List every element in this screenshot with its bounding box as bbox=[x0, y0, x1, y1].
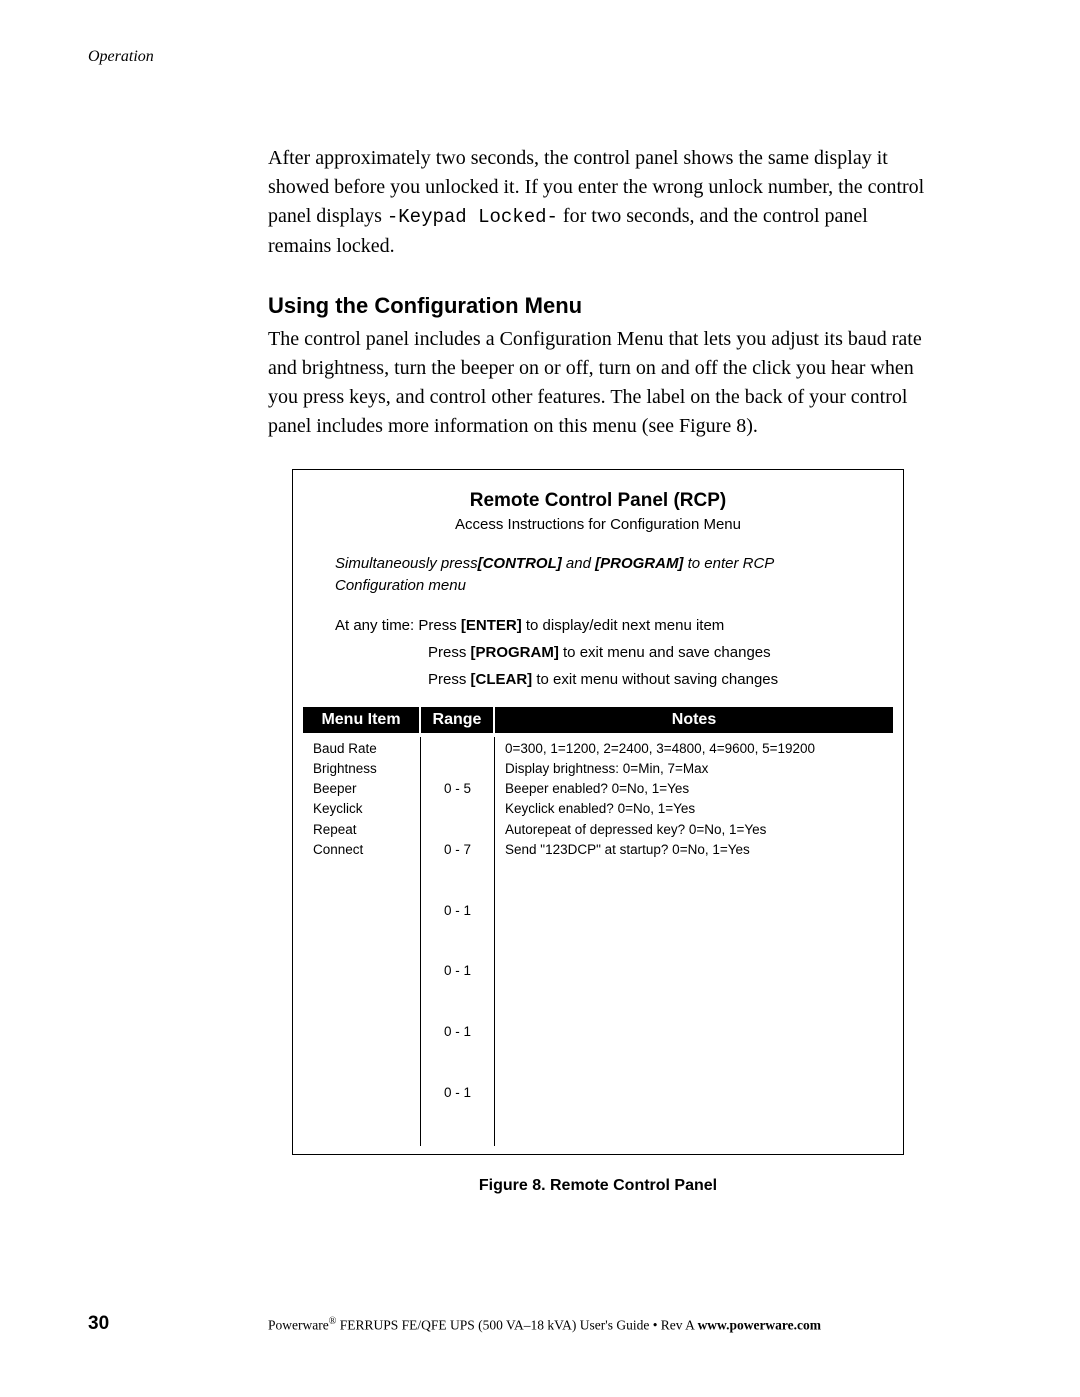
footer-text-b: FERRUPS FE/QFE UPS (500 VA–18 kVA) User'… bbox=[336, 1317, 697, 1332]
any-l2a: Press bbox=[428, 644, 471, 661]
th-notes: Notes bbox=[495, 707, 893, 733]
config-menu-paragraph: The control panel includes a Configurati… bbox=[268, 325, 928, 441]
table-row: 0 - 1 bbox=[427, 961, 488, 981]
col-notes: 0=300, 1=1200, 2=2400, 3=4800, 4=9600, 5… bbox=[495, 737, 893, 1146]
clear-key: [CLEAR] bbox=[471, 671, 533, 688]
any-l3a: Press bbox=[428, 671, 471, 688]
table-row: Brightness bbox=[313, 759, 410, 779]
figure-title: Remote Control Panel (RCP) bbox=[293, 490, 903, 512]
table-row: 0 - 1 bbox=[427, 1083, 488, 1103]
footer-url: www.powerware.com bbox=[698, 1317, 821, 1332]
footer-text: Powerware® FERRUPS FE/QFE UPS (500 VA–18… bbox=[268, 1316, 821, 1334]
anytime-line-1: At any time: Press [ENTER] to display/ed… bbox=[335, 612, 861, 639]
table-header-row: Menu Item Range Notes bbox=[303, 707, 893, 733]
table-row: Baud Rate bbox=[313, 739, 410, 759]
any-post1: to display/edit next menu item bbox=[522, 617, 725, 634]
page-header: Operation bbox=[88, 48, 154, 66]
table-row: 0 - 1 bbox=[427, 901, 488, 921]
table-body: Baud Rate Brightness Beeper Keyclick Rep… bbox=[303, 733, 893, 1146]
instr-pre: Simultaneously press bbox=[335, 555, 478, 572]
intro-paragraph: After approximately two seconds, the con… bbox=[268, 144, 928, 261]
keypad-locked-text: -Keypad Locked- bbox=[387, 206, 558, 228]
config-table: Menu Item Range Notes Baud Rate Brightne… bbox=[293, 707, 903, 1146]
col-range: 0 - 5 0 - 7 0 - 1 0 - 1 0 - 1 0 - 1 bbox=[421, 737, 495, 1146]
table-row: 0 - 5 bbox=[427, 779, 488, 799]
any-pre: At any time: Press bbox=[335, 617, 461, 634]
anytime-line-3: Press [CLEAR] to exit menu without savin… bbox=[335, 666, 861, 693]
table-row: Keyclick bbox=[313, 799, 410, 819]
page-number: 30 bbox=[88, 1313, 268, 1335]
anytime-line-2: Press [PROGRAM] to exit menu and save ch… bbox=[335, 639, 861, 666]
table-row: Repeat bbox=[313, 820, 410, 840]
figure-subtitle: Access Instructions for Configuration Me… bbox=[293, 516, 903, 533]
table-row: 0 - 1 bbox=[427, 1022, 488, 1042]
enter-key: [ENTER] bbox=[461, 617, 522, 634]
figure-box: Remote Control Panel (RCP) Access Instru… bbox=[292, 469, 904, 1155]
th-range: Range bbox=[421, 707, 495, 733]
th-menu-item: Menu Item bbox=[303, 707, 421, 733]
figure-instruction: Simultaneously press[CONTROL] and [PROGR… bbox=[293, 553, 903, 598]
instr-program-key: [PROGRAM] bbox=[595, 555, 683, 572]
footer-text-a: Powerware bbox=[268, 1317, 329, 1332]
program-key: [PROGRAM] bbox=[471, 644, 559, 661]
instr-mid: and bbox=[562, 555, 595, 572]
anytime-instructions: At any time: Press [ENTER] to display/ed… bbox=[293, 612, 903, 693]
any-l3b: to exit menu without saving changes bbox=[532, 671, 778, 688]
main-content: After approximately two seconds, the con… bbox=[268, 144, 928, 1195]
table-row: Connect bbox=[313, 840, 410, 860]
figure-caption: Figure 8. Remote Control Panel bbox=[268, 1177, 928, 1195]
table-row: Beeper bbox=[313, 779, 410, 799]
table-row: 0=300, 1=1200, 2=2400, 3=4800, 4=9600, 5… bbox=[505, 739, 883, 759]
section-heading: Using the Configuration Menu bbox=[268, 293, 928, 319]
any-l2b: to exit menu and save changes bbox=[559, 644, 771, 661]
col-menu-item: Baud Rate Brightness Beeper Keyclick Rep… bbox=[303, 737, 421, 1146]
instr-control-key: [CONTROL] bbox=[478, 555, 562, 572]
table-row: Display brightness: 0=Min, 7=Max bbox=[505, 759, 883, 779]
page-footer: 30 Powerware® FERRUPS FE/QFE UPS (500 VA… bbox=[88, 1313, 928, 1335]
table-row: Keyclick enabled? 0=No, 1=Yes bbox=[505, 799, 883, 819]
table-row: Send "123DCP" at startup? 0=No, 1=Yes bbox=[505, 840, 883, 860]
table-row: 0 - 7 bbox=[427, 840, 488, 860]
table-row: Beeper enabled? 0=No, 1=Yes bbox=[505, 779, 883, 799]
table-row: Autorepeat of depressed key? 0=No, 1=Yes bbox=[505, 820, 883, 840]
